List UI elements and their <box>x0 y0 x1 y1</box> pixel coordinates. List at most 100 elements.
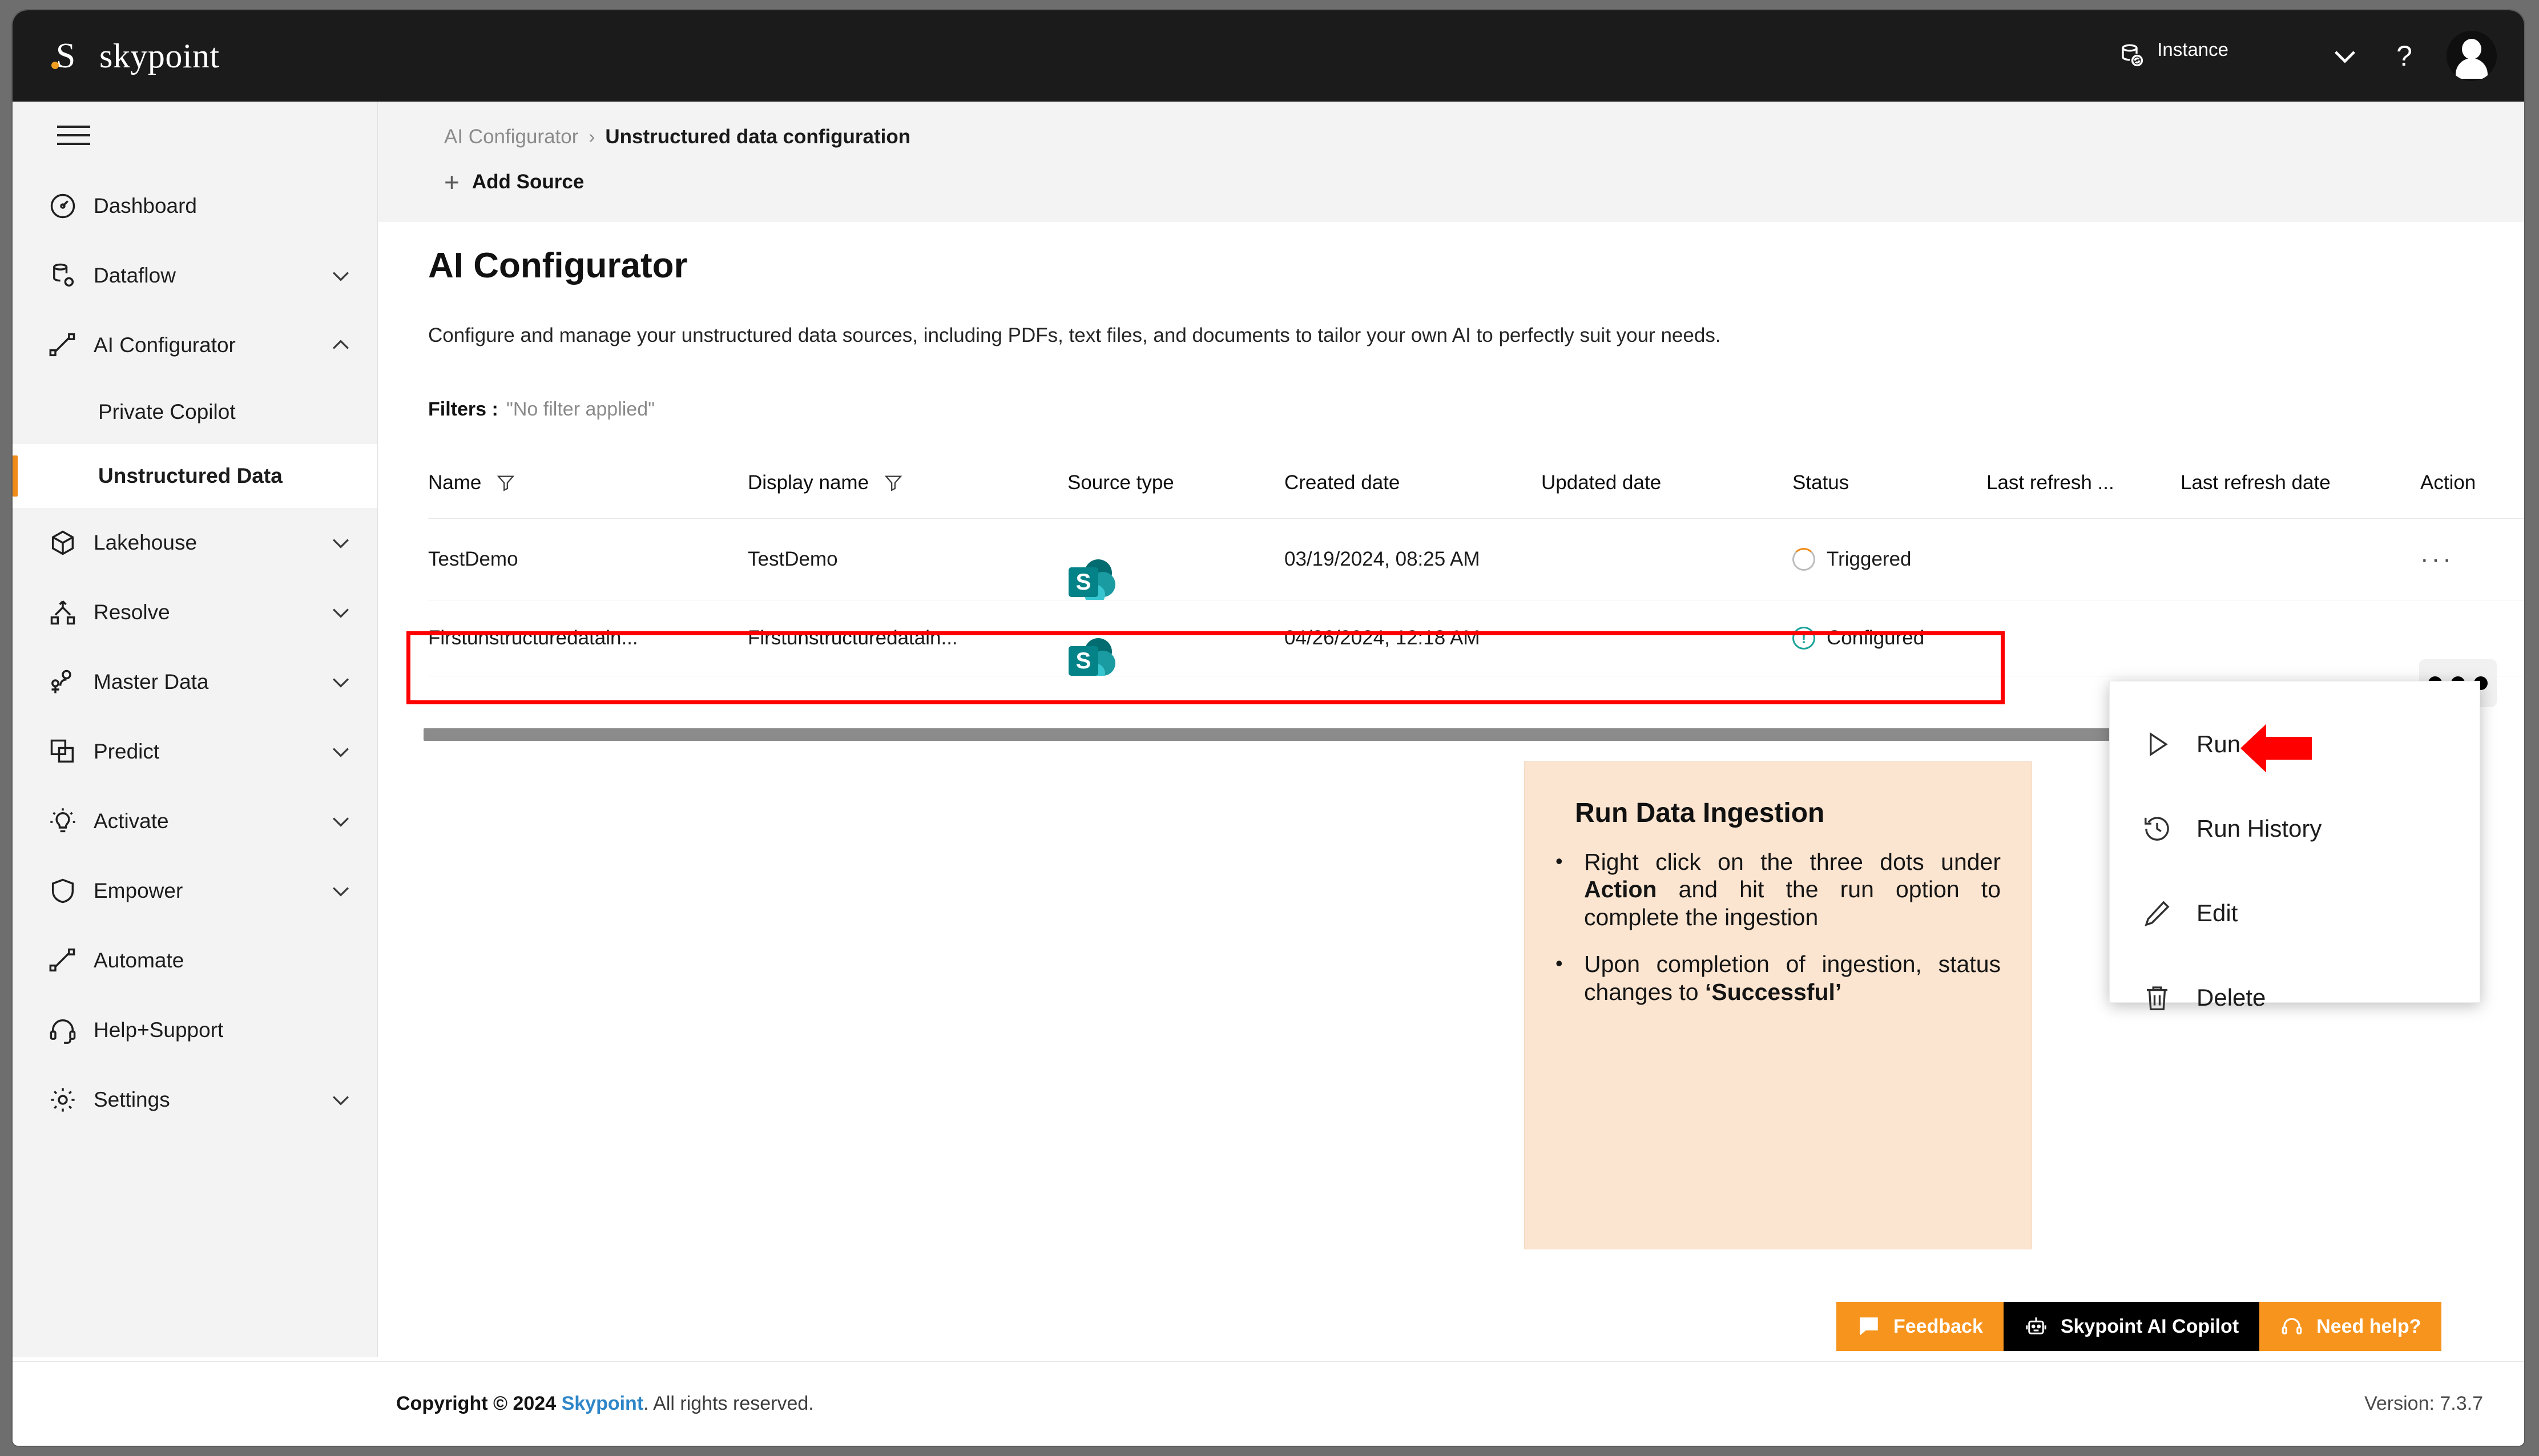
copyright-suffix: . All rights reserved. <box>643 1393 814 1414</box>
footer: Copyright © 2024 Skypoint. All rights re… <box>13 1361 2524 1446</box>
column-header-status[interactable]: Status <box>1792 461 1986 519</box>
page-title: AI Configurator <box>428 246 688 285</box>
history-icon <box>2142 813 2173 844</box>
brand-logo[interactable]: S skypoint <box>48 37 220 76</box>
sidebar-item-dataflow[interactable]: Dataflow <box>13 241 377 310</box>
column-label: Status <box>1792 471 1849 494</box>
table-header: Name Display name Source type Created da… <box>428 461 2524 519</box>
column-label: Display name <box>748 471 869 494</box>
skypoint-link[interactable]: Skypoint <box>562 1393 644 1414</box>
instance-selector[interactable]: Instance <box>2117 40 2228 70</box>
sidebar-item-private-copilot[interactable]: Private Copilot <box>13 380 377 444</box>
cell-action[interactable]: ··· <box>2420 518 2524 600</box>
column-header-name[interactable]: Name <box>428 461 748 519</box>
cell-source-type: S <box>1067 600 1284 676</box>
breadcrumb-parent[interactable]: AI Configurator <box>444 126 578 148</box>
sources-table: Name Display name Source type Created da… <box>428 461 2524 676</box>
sidebar-item-settings[interactable]: Settings <box>13 1065 377 1135</box>
sidebar-item-empower[interactable]: Empower <box>13 856 377 926</box>
ellipsis-icon[interactable]: ··· <box>2420 545 2454 573</box>
filters-value: "No filter applied" <box>506 398 655 420</box>
headset-icon <box>2280 1314 2304 1338</box>
sidebar-item-lakehouse[interactable]: Lakehouse <box>13 508 377 578</box>
sidebar-item-predict[interactable]: Predict <box>13 717 377 787</box>
table-row[interactable]: TestDemo TestDemo S 03/19/2024, 08:25 AM <box>428 518 2524 600</box>
chevron-down-icon[interactable] <box>328 263 353 288</box>
chevron-down-icon[interactable] <box>2329 40 2361 72</box>
context-menu-item-delete[interactable]: Delete <box>2110 955 2480 1040</box>
comment-icon <box>1857 1314 1881 1338</box>
cell-source-type: S <box>1067 518 1284 600</box>
need-help-label: Need help? <box>2316 1315 2421 1337</box>
table-row[interactable]: Firstunstructuredatain... Firstunstructu… <box>428 600 2524 676</box>
cube-icon <box>48 528 78 558</box>
chevron-down-icon[interactable] <box>328 600 353 625</box>
filters-summary: Filters : "No filter applied" <box>428 398 655 421</box>
chevron-down-icon[interactable] <box>328 809 353 834</box>
sidebar-item-unstructured-data[interactable]: Unstructured Data <box>13 444 377 508</box>
logo-dot <box>51 62 59 69</box>
pencil-icon <box>2142 898 2173 929</box>
column-header-last-refresh-type[interactable]: Last refresh ... <box>1986 461 2181 519</box>
sidebar-item-activate[interactable]: Activate <box>13 787 377 856</box>
column-label: Source type <box>1067 471 1174 494</box>
avatar-body <box>2456 58 2488 79</box>
hamburger-bar <box>57 126 90 128</box>
need-help-button[interactable]: Need help? <box>2259 1302 2442 1351</box>
skypoint-ai-copilot-label: Skypoint AI Copilot <box>2060 1315 2239 1337</box>
context-menu-item-label: Delete <box>2197 984 2266 1011</box>
filter-funnel-icon[interactable] <box>496 473 515 493</box>
sidebar-subitem-label: Unstructured Data <box>98 464 283 487</box>
horizontal-scrollbar[interactable] <box>424 728 2319 741</box>
play-icon <box>2142 729 2173 760</box>
sidebar-item-help-support[interactable]: Help+Support <box>13 995 377 1065</box>
screenshot-root: S skypoint Instance ? Dashboard Dataflow… <box>0 0 2539 1456</box>
context-menu-item-edit[interactable]: Edit <box>2110 871 2480 955</box>
column-header-source-type[interactable]: Source type <box>1067 461 1284 519</box>
chevron-up-icon[interactable] <box>328 333 353 358</box>
bullet-icon: • <box>1555 951 1563 975</box>
add-source-button[interactable]: + Add Source <box>444 169 2524 195</box>
cell-last-refresh-type <box>1986 600 2181 676</box>
sidebar-item-label: Settings <box>94 1088 170 1111</box>
sidebar-item-dashboard[interactable]: Dashboard <box>13 171 377 241</box>
column-header-action[interactable]: Action <box>2420 461 2524 519</box>
red-arrow-annotation <box>2240 724 2312 773</box>
sidebar-item-label: Master Data <box>94 670 209 693</box>
breadcrumb-current: Unstructured data configuration <box>605 126 911 148</box>
sidebar-item-ai-configurator[interactable]: AI Configurator <box>13 310 377 380</box>
chevron-down-icon[interactable] <box>328 669 353 695</box>
header-actions: Instance ? <box>2117 10 2524 102</box>
cell-display-name: Firstunstructuredatain... <box>748 600 1067 676</box>
sidebar-item-label: Help+Support <box>94 1018 224 1042</box>
chevron-down-icon[interactable] <box>328 739 353 764</box>
gear-icon <box>48 1085 78 1115</box>
column-header-created-date[interactable]: Created date <box>1284 461 1541 519</box>
filters-label: Filters : <box>428 398 498 420</box>
skypoint-ai-copilot-button[interactable]: Skypoint AI Copilot <box>2003 1302 2260 1351</box>
chevron-down-icon[interactable] <box>328 878 353 904</box>
avatar-head <box>2462 39 2481 59</box>
hamburger-icon[interactable] <box>57 126 90 145</box>
help-question-icon[interactable]: ? <box>2388 40 2420 72</box>
copyright-prefix: Copyright © 2024 <box>396 1393 562 1414</box>
sidebar-item-resolve[interactable]: Resolve <box>13 578 377 647</box>
context-menu-item-label: Edit <box>2197 900 2238 926</box>
avatar[interactable] <box>2447 31 2497 81</box>
cell-last-refresh-date <box>2181 600 2420 676</box>
column-header-last-refresh-date[interactable]: Last refresh date <box>2181 461 2420 519</box>
column-header-updated-date[interactable]: Updated date <box>1541 461 1792 519</box>
sidebar-item-label: Dashboard <box>94 194 198 217</box>
column-label: Created date <box>1284 471 1400 494</box>
chevron-down-icon[interactable] <box>328 530 353 555</box>
browser-window: S skypoint Instance ? Dashboard Dataflow… <box>13 10 2524 1446</box>
filter-funnel-icon[interactable] <box>884 473 903 493</box>
feedback-button[interactable]: Feedback <box>1836 1302 2004 1351</box>
column-header-display-name[interactable]: Display name <box>748 461 1067 519</box>
sidebar-item-automate[interactable]: Automate <box>13 926 377 995</box>
sidebar-item-master-data[interactable]: Master Data <box>13 647 377 717</box>
sidebar-item-label: AI Configurator <box>94 333 236 357</box>
chevron-down-icon[interactable] <box>328 1087 353 1112</box>
context-menu-item-run-history[interactable]: Run History <box>2110 787 2480 871</box>
merge-icon <box>48 598 78 627</box>
